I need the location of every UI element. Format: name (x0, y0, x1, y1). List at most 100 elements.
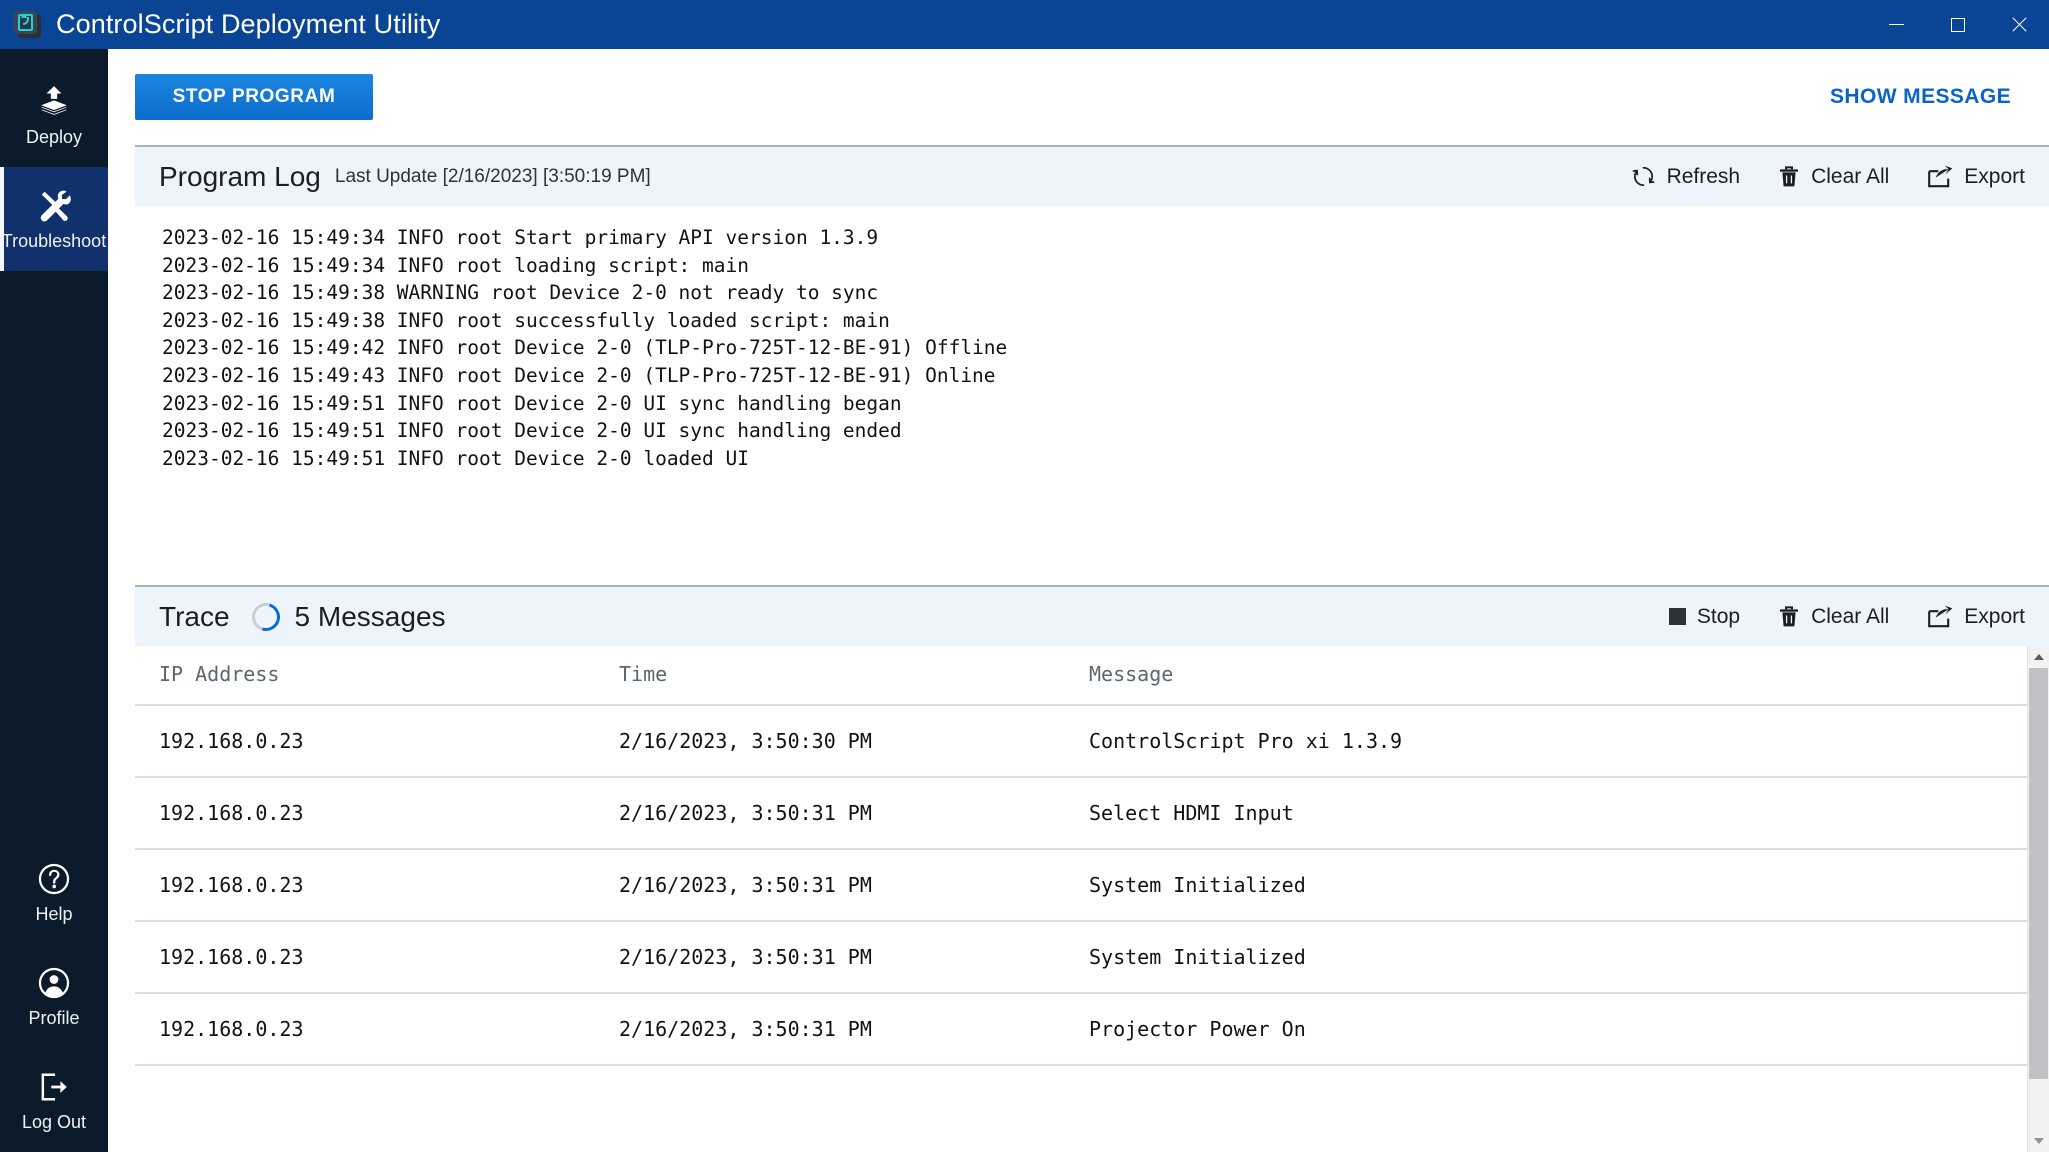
program-log-body[interactable]: 2023-02-16 15:49:34 INFO root Start prim… (135, 206, 2049, 568)
column-header-ip-address[interactable]: IP Address (135, 646, 595, 706)
sidebar-item-label: Profile (28, 1007, 80, 1028)
sidebar-item-label: Deploy (25, 126, 83, 147)
clear-all-label: Clear All (1811, 164, 1890, 188)
cell-ip: 192.168.0.23 (135, 921, 595, 994)
minimize-icon (1889, 24, 1904, 25)
clear-all-label: Clear All (1811, 604, 1890, 628)
trace-table: IP Address Time Message 192.168.0.23 2/1… (135, 646, 2027, 1066)
sidebar-item-help[interactable]: Help (0, 840, 108, 944)
window-title: ControlScript Deployment Utility (56, 9, 441, 39)
log-line: 2023-02-16 15:49:51 INFO root Device 2-0… (162, 419, 902, 443)
export-icon (1928, 165, 1953, 187)
table-row[interactable]: 192.168.0.23 2/16/2023, 3:50:31 PM Syste… (135, 921, 2027, 994)
cell-message: ControlScript Pro xi 1.3.9 (1065, 705, 2027, 778)
program-log-actions: Refresh Clear All Export (1629, 160, 2027, 193)
trace-header-row: IP Address Time Message (135, 646, 2027, 706)
trace-vertical-scrollbar[interactable] (2027, 646, 2049, 1152)
log-line: 2023-02-16 15:49:34 INFO root loading sc… (162, 253, 749, 277)
cell-message: System Initialized (1065, 921, 2027, 994)
cell-message: Projector Power On (1065, 993, 2027, 1066)
close-button[interactable] (1988, 0, 2049, 49)
log-line: 2023-02-16 15:49:42 INFO root Device 2-0… (162, 336, 1008, 360)
log-line: 2023-02-16 15:49:38 INFO root successful… (162, 308, 890, 332)
window-body: Deploy Troubleshoot Help Profile Log Out… (0, 49, 2049, 1152)
cell-ip: 192.168.0.23 (135, 705, 595, 778)
program-log-header: Program Log Last Update [2/16/2023] [3:5… (135, 145, 2049, 206)
trace-clear-all-button[interactable]: Clear All (1776, 601, 1891, 633)
cell-ip: 192.168.0.23 (135, 993, 595, 1066)
cell-time: 2/16/2023, 3:50:30 PM (595, 705, 1065, 778)
refresh-button[interactable]: Refresh (1629, 160, 1743, 193)
trace-table-body: 192.168.0.23 2/16/2023, 3:50:30 PM Contr… (135, 705, 2027, 1066)
sidebar-item-deploy[interactable]: Deploy (0, 63, 108, 167)
trace-stop-button[interactable]: Stop (1667, 601, 1742, 633)
trace-title: Trace (159, 600, 230, 632)
log-line: 2023-02-16 15:49:43 INFO root Device 2-0… (162, 363, 996, 387)
scroll-down-button[interactable] (2028, 1130, 2049, 1152)
app-window: ControlScript Deployment Utility Deploy … (0, 0, 2049, 1152)
trace-table-wrap: IP Address Time Message 192.168.0.23 2/1… (135, 646, 2049, 1152)
cell-time: 2/16/2023, 3:50:31 PM (595, 921, 1065, 994)
scroll-up-button[interactable] (2028, 646, 2049, 668)
show-message-button[interactable]: SHOW MESSAGE (1828, 79, 2013, 115)
sidebar-item-label: Log Out (21, 1111, 87, 1132)
sidebar-item-label: Help (35, 903, 73, 924)
loading-spinner-icon (246, 597, 285, 636)
minimize-button[interactable] (1866, 0, 1927, 49)
maximize-button[interactable] (1927, 0, 1988, 49)
sidebar-item-logout[interactable]: Log Out (0, 1048, 108, 1152)
title-bar: ControlScript Deployment Utility (0, 0, 2049, 49)
program-log-title: Program Log (159, 160, 321, 192)
refresh-label: Refresh (1666, 164, 1741, 188)
cell-time: 2/16/2023, 3:50:31 PM (595, 777, 1065, 850)
cell-time: 2/16/2023, 3:50:31 PM (595, 993, 1065, 1066)
export-label: Export (1964, 164, 2025, 188)
cell-message: System Initialized (1065, 849, 2027, 922)
cell-message: Select HDMI Input (1065, 777, 2027, 850)
trace-panel: Trace 5 Messages Stop Clear All Export I… (135, 585, 2049, 1152)
column-header-time[interactable]: Time (595, 646, 1065, 706)
maximize-icon (1950, 17, 1965, 32)
scrollbar-track[interactable] (2028, 668, 2049, 1130)
sidebar-item-troubleshoot[interactable]: Troubleshoot (0, 167, 108, 271)
question-circle-icon (38, 863, 70, 894)
column-header-message[interactable]: Message (1065, 646, 2027, 706)
log-line: 2023-02-16 15:49:51 INFO root Device 2-0… (162, 446, 749, 470)
trace-export-button[interactable]: Export (1925, 601, 2027, 633)
scrollbar-thumb[interactable] (2029, 668, 2048, 1080)
trace-actions: Stop Clear All Export (1667, 601, 2027, 633)
stop-program-button[interactable]: STOP PROGRAM (135, 74, 373, 120)
scroll-up-icon (2033, 654, 2044, 660)
trash-icon (1780, 165, 1799, 186)
table-row[interactable]: 192.168.0.23 2/16/2023, 3:50:31 PM Selec… (135, 777, 2027, 850)
table-row[interactable]: 192.168.0.23 2/16/2023, 3:50:30 PM Contr… (135, 705, 2027, 778)
main-content: STOP PROGRAM SHOW MESSAGE Program Log La… (108, 49, 2049, 1152)
wrench-screwdriver-icon (40, 190, 71, 221)
sidebar: Deploy Troubleshoot Help Profile Log Out (0, 49, 108, 1152)
stop-square-icon (1668, 608, 1686, 625)
trace-table-area: IP Address Time Message 192.168.0.23 2/1… (135, 646, 2027, 1152)
trace-message-count: 5 Messages (294, 600, 446, 632)
table-row[interactable]: 192.168.0.23 2/16/2023, 3:50:31 PM Proje… (135, 993, 2027, 1066)
window-controls (1866, 0, 2049, 49)
program-log-last-update: Last Update [2/16/2023] [3:50:19 PM] (334, 165, 651, 187)
export-label: Export (1964, 604, 2025, 628)
sign-out-icon (41, 1073, 67, 1100)
app-logo-icon (14, 10, 42, 39)
log-line: 2023-02-16 15:49:38 WARNING root Device … (162, 281, 879, 305)
sidebar-item-label: Troubleshoot (1, 230, 107, 251)
log-line: 2023-02-16 15:49:34 INFO root Start prim… (162, 226, 879, 249)
action-toolbar: STOP PROGRAM SHOW MESSAGE (108, 49, 2049, 145)
refresh-icon (1632, 166, 1654, 187)
stop-label: Stop (1696, 604, 1741, 628)
title-bar-left: ControlScript Deployment Utility (0, 9, 440, 40)
scroll-down-icon (2033, 1138, 2044, 1144)
layers-upload-icon (41, 85, 67, 115)
sidebar-item-profile[interactable]: Profile (0, 944, 108, 1048)
program-log-clear-all-button[interactable]: Clear All (1776, 161, 1891, 193)
table-row[interactable]: 192.168.0.23 2/16/2023, 3:50:31 PM Syste… (135, 849, 2027, 922)
program-log-export-button[interactable]: Export (1925, 161, 2027, 193)
cell-time: 2/16/2023, 3:50:31 PM (595, 849, 1065, 922)
export-icon (1928, 605, 1953, 627)
